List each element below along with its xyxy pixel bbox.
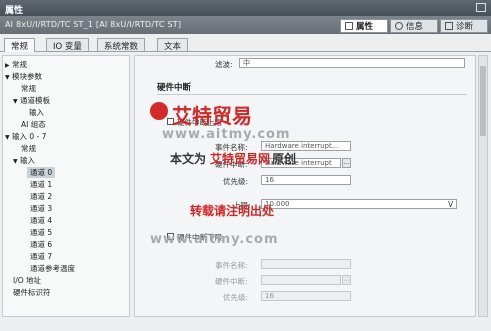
hardware-interrupt-2-field[interactable] (261, 275, 341, 285)
nav-label: I/O 地址 (13, 276, 42, 285)
nav-item-channel-5[interactable]: 通道 5 (30, 227, 52, 238)
section-title-hardware-interrupts: 硬件中断 (157, 83, 192, 93)
nav-label: 通道参考温度 (30, 264, 75, 273)
nav-label: 输入 (29, 108, 44, 117)
upper-limit-unit: V (448, 200, 454, 209)
watermark-notice-suffix: 原创 (272, 152, 297, 166)
navigation-tree: ▶ 常规 ▼ 模块参数 常规 ▼ 通道模板 输入 AI 组态 ▼ 输入 0 - 7 常规… (2, 55, 130, 317)
nav-label: 通道 7 (30, 252, 53, 261)
nav-label: 通道模板 (20, 96, 50, 105)
collapse-arrow-icon: ▼ (5, 74, 10, 81)
nav-item-inputs-0-7[interactable]: ▼ 输入 0 - 7 (5, 131, 46, 142)
event-name-2-label: 事件名称: (215, 261, 248, 270)
priority-label: 优先级: (223, 177, 249, 186)
tab-info-label: 信息 (406, 22, 424, 32)
event-name-2-field[interactable] (261, 259, 351, 269)
nav-item-reference-temperature[interactable]: 通道参考温度 (30, 263, 75, 274)
info-icon (395, 22, 403, 30)
priority-field[interactable]: 16 (261, 175, 351, 185)
nav-item-inputs[interactable]: ▼ 输入 (13, 155, 35, 166)
nav-item-inputs-general[interactable]: 常规 (21, 143, 36, 154)
tab-diagnostics-label: 诊断 (456, 22, 474, 32)
nav-label: 通道 2 (30, 192, 53, 201)
nav-label: 通道 1 (30, 180, 53, 189)
panel-toggle-icon[interactable] (476, 3, 486, 12)
filter-label: 滤波: (215, 60, 233, 69)
nav-item-channel-template[interactable]: ▼ 通道模板 (13, 95, 50, 106)
diagnostics-icon (445, 22, 453, 30)
nav-item-template-input[interactable]: 输入 (29, 107, 44, 118)
nav-item-channel-6[interactable]: 通道 6 (30, 239, 52, 250)
properties-icon (345, 22, 353, 30)
nav-label: 通道 4 (30, 216, 53, 225)
section-divider (157, 94, 467, 95)
tab-properties[interactable]: 属性 (340, 19, 388, 33)
window-title: 属性 (5, 6, 24, 16)
nav-label: 模块参数 (12, 72, 42, 81)
nav-label: 通道 5 (30, 228, 53, 237)
nav-item-channel-7[interactable]: 通道 7 (30, 251, 52, 262)
priority-2-field[interactable]: 16 (261, 291, 351, 301)
filter-select[interactable]: 中 (239, 58, 465, 68)
tab-info[interactable]: 信息 (390, 19, 438, 33)
nav-item-module-general[interactable]: 常规 (21, 83, 36, 94)
object-path: AI 8xU/I/RTD/TC ST_1 [AI 8xU/I/RTD/TC ST… (5, 20, 182, 29)
nav-item-hardware-identifier[interactable]: 硬件标识符 (13, 287, 51, 298)
expand-arrow-icon: ▶ (5, 62, 10, 69)
nav-label: 通道 3 (30, 204, 53, 213)
nav-label: AI 组态 (21, 120, 46, 129)
collapse-arrow-icon: ▼ (13, 98, 18, 105)
watermark-repost-notice: 转载请注明出处 (190, 204, 275, 218)
watermark-url-2: www.aitmy.com (150, 232, 279, 247)
nav-item-channel-3[interactable]: 通道 3 (30, 203, 52, 214)
upper-limit-field[interactable]: 10.000 (261, 199, 457, 209)
priority-2-label: 优先级: (223, 293, 249, 302)
tab-properties-label: 属性 (356, 22, 374, 32)
nav-label: 常规 (21, 84, 36, 93)
scrollbar-thumb[interactable] (480, 66, 486, 136)
nav-item-channel-4[interactable]: 通道 4 (30, 215, 52, 226)
browse-button[interactable]: ... (342, 158, 351, 168)
collapse-arrow-icon: ▼ (5, 134, 10, 141)
watermark-notice-prefix: 本文为 (170, 152, 207, 166)
hardware-interrupt-2-label: 硬件中断: (215, 277, 248, 286)
parameter-content-panel: 滤波: 中 硬件中断 硬件中断上限 事件名称: Hardware interru… (134, 55, 476, 317)
watermark-logo-icon (150, 102, 168, 120)
nav-item-channel-0[interactable]: 通道 0 (27, 167, 56, 178)
nav-label: 通道 0 (30, 168, 53, 177)
nav-label: 硬件标识符 (13, 288, 51, 297)
tab-system-constants[interactable]: 系统常数 (97, 38, 146, 52)
watermark-url-1: www.aitmy.com (162, 127, 291, 142)
nav-label: 输入 (20, 156, 35, 165)
nav-item-module-parameters[interactable]: ▼ 模块参数 (5, 71, 42, 82)
tab-io-tags[interactable]: IO 变量 (46, 38, 89, 52)
watermark-logo: 艾特贸易 (172, 104, 252, 128)
nav-label: 通道 6 (30, 240, 53, 249)
vertical-scrollbar[interactable] (478, 55, 488, 317)
nav-item-channel-1[interactable]: 通道 1 (30, 179, 52, 190)
collapse-arrow-icon: ▼ (13, 158, 18, 165)
nav-item-general[interactable]: ▶ 常规 (5, 59, 27, 70)
nav-item-channel-2[interactable]: 通道 2 (30, 191, 52, 202)
nav-item-io-addresses[interactable]: I/O 地址 (13, 275, 41, 286)
tab-general[interactable]: 常规 (4, 38, 36, 52)
nav-label: 常规 (12, 60, 27, 69)
property-tabs: 常规 IO 变量 系统常数 文本 (0, 37, 491, 52)
nav-item-ai-configuration[interactable]: AI 组态 (21, 119, 46, 130)
nav-label: 常规 (21, 144, 36, 153)
browse-2-button[interactable]: ... (342, 275, 351, 285)
nav-label: 输入 0 - 7 (12, 132, 47, 141)
window-titlebar: 属性 (0, 0, 491, 16)
watermark-notice-site: 艾特贸易网 (210, 152, 271, 166)
tab-texts[interactable]: 文本 (157, 38, 189, 52)
tab-diagnostics[interactable]: 诊断 (440, 19, 488, 33)
